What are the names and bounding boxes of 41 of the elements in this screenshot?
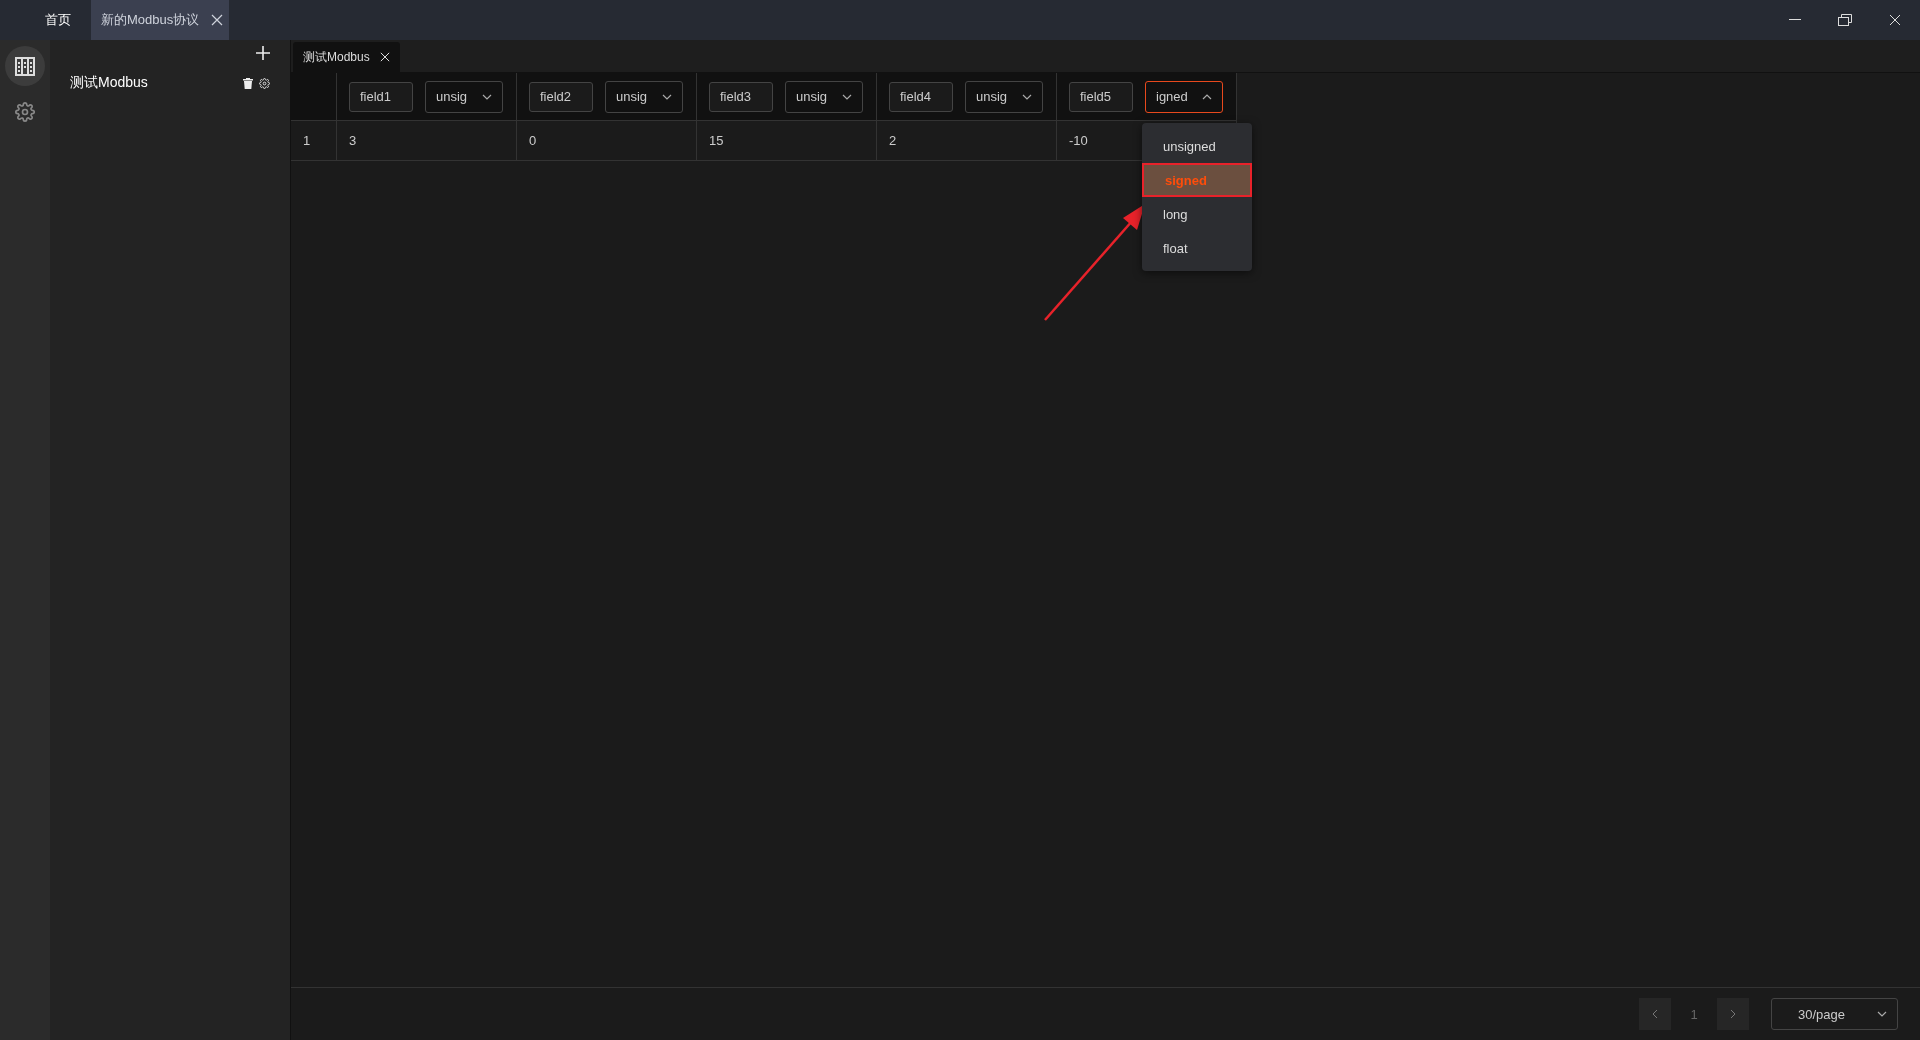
type-select[interactable]: unsig (605, 80, 683, 113)
settings-icon[interactable] (15, 102, 35, 122)
dropdown-option[interactable]: unsigned (1142, 129, 1252, 163)
type-select[interactable]: unsig (425, 80, 503, 113)
table-cell: 15 (697, 121, 877, 161)
document-tab[interactable]: 测试Modbus (293, 42, 400, 72)
title-tab[interactable]: 首页 (0, 0, 91, 40)
field-name-input[interactable]: field2 (529, 81, 593, 112)
restore-icon (1838, 14, 1852, 26)
sidebar-item[interactable]: 测试Modbus (70, 74, 237, 92)
trash-icon[interactable] (243, 77, 253, 89)
dropdown-option[interactable]: long (1142, 197, 1252, 231)
chevron-right-icon (1730, 1009, 1736, 1019)
chevron-down-icon (842, 93, 852, 100)
table-cell: 3 (337, 121, 517, 161)
building-icon (14, 55, 36, 77)
building-nav-button[interactable] (5, 46, 45, 86)
chevron-up-icon (1202, 93, 1212, 100)
title-tab[interactable]: 新的Modbus协议 (91, 0, 230, 40)
chevron-down-icon (482, 93, 492, 100)
type-select[interactable]: unsig (965, 80, 1043, 113)
page-size-select[interactable]: 30/page (1771, 998, 1898, 1030)
dropdown-option[interactable]: float (1142, 231, 1252, 265)
table-cell: 0 (517, 121, 697, 161)
field-name-input[interactable]: field5 (1069, 81, 1133, 112)
type-select[interactable]: igned (1145, 80, 1223, 113)
chevron-down-icon (662, 93, 672, 100)
type-select[interactable]: unsig (785, 80, 863, 113)
field-name-input[interactable]: field3 (709, 81, 773, 112)
close-icon[interactable] (211, 14, 224, 26)
close-icon[interactable] (379, 52, 390, 62)
chevron-down-icon (1022, 93, 1032, 100)
field-name-input[interactable]: field1 (349, 81, 413, 112)
chevron-left-icon (1652, 1009, 1658, 1019)
field-name-input[interactable]: field4 (889, 81, 953, 112)
minimize-icon (1789, 19, 1801, 21)
close-icon (1889, 14, 1901, 26)
table-cell: 2 (877, 121, 1057, 161)
add-button[interactable] (256, 46, 270, 60)
chevron-down-icon (1877, 1011, 1887, 1017)
row-index: 1 (291, 121, 337, 161)
